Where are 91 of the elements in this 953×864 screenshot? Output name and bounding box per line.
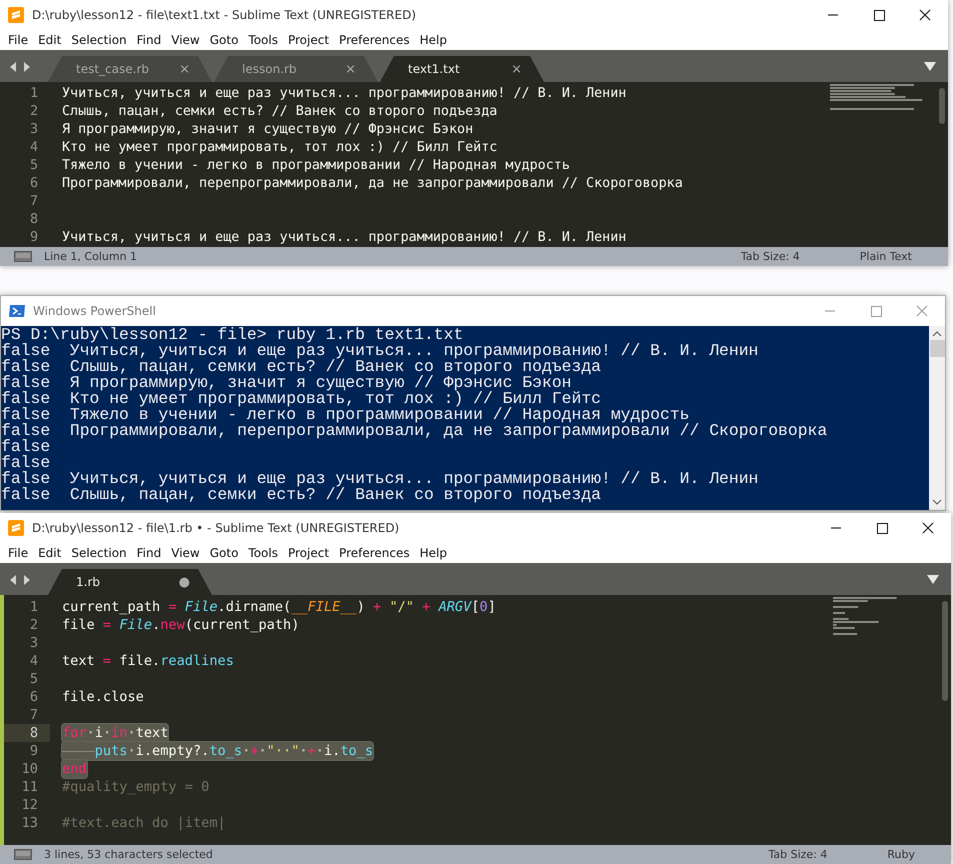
scroll-down-icon[interactable]: [932, 498, 942, 506]
menu-item[interactable]: Project: [282, 546, 334, 560]
menu-item[interactable]: Edit: [33, 33, 66, 47]
line-number: 13: [20, 814, 39, 832]
scrollbar-thumb[interactable]: [930, 340, 944, 357]
code-line: #text.each do |item|: [62, 814, 226, 832]
code-line: Тяжело в учении - легко в программировании // Народная мудрость: [62, 157, 570, 175]
line-number: 12: [20, 796, 39, 814]
menu-item[interactable]: View: [166, 33, 205, 47]
menu-item[interactable]: Help: [414, 33, 452, 47]
line-number: 11: [20, 778, 39, 796]
menu-item[interactable]: File: [3, 546, 34, 560]
cursor-position: Line 1, Column 1: [44, 250, 138, 263]
code-line: current_path = File.dirname(__FILE__) + "/" + ARGV[0]: [62, 598, 496, 616]
console-line: false Тяжело в учении - легко в программировании // Народная мудрость: [1, 407, 690, 423]
syntax-indicator[interactable]: Ruby: [887, 848, 915, 861]
line-number: 9: [28, 742, 39, 760]
window-title: D:\ruby\lesson12 - file\text1.txt - Sublime Text (UNREGISTERED): [32, 8, 416, 22]
menu-item[interactable]: Goto: [204, 546, 244, 560]
menu-item[interactable]: Selection: [66, 546, 132, 560]
window-title: D:\ruby\lesson12 - file\1.rb • - Sublime Text (UNREGISTERED): [32, 521, 400, 535]
menu-item[interactable]: View: [166, 546, 205, 560]
line-number: 6: [28, 175, 39, 193]
line-number: 7: [28, 706, 39, 724]
line-number: 8: [4, 724, 50, 742]
menu-item[interactable]: Find: [132, 546, 166, 560]
console-line: false: [1, 439, 52, 455]
file-tab[interactable]: 1.rb ●: [48, 569, 212, 595]
tab-size-indicator[interactable]: Tab Size: 4: [768, 848, 828, 861]
console-line: false Слышь, пацан, семки есть? // Ванек со второго подъезда: [1, 487, 601, 503]
line-number: 3: [28, 634, 39, 652]
code-line: file = File.new(current_path): [62, 616, 300, 634]
line-number: 1: [28, 85, 39, 103]
console-line: false Программировали, перепрограммировали, да не запрограммировали // Скороговорка: [1, 423, 828, 439]
console-line: false Кто не умеет программировать, тот лох :) // Билл Гейтс: [1, 391, 602, 407]
app-logo-icon: [8, 7, 24, 23]
panel-toggle-icon[interactable]: [14, 251, 32, 262]
code-line: Кто не умеет программировать, тот лох :) // Билл Гейтс: [62, 139, 498, 157]
code-line: Программировали, перепрограммировали, да не запрограммировали // Скороговорка: [62, 175, 683, 193]
line-number: 8: [28, 211, 39, 229]
line-number: 9: [28, 229, 39, 247]
code-line: #quality_empty = 0: [62, 778, 210, 796]
console-line: false Учиться, учиться и еще раз учиться... программированию! // В. И. Ленин: [1, 343, 760, 359]
dropdown-icon[interactable]: [924, 62, 936, 71]
line-number: 3: [28, 121, 39, 139]
terminal-icon: [9, 303, 25, 319]
scroll-up-icon[interactable]: [932, 330, 942, 338]
console-line: false: [1, 455, 52, 471]
menu-item[interactable]: Edit: [33, 546, 66, 560]
window-title: Windows PowerShell: [33, 304, 156, 318]
code-line: Учиться, учиться и еще раз учиться... программированию! // В. И. Ленин: [62, 229, 626, 247]
line-number: 10: [20, 760, 39, 778]
line-number: 2: [28, 616, 39, 634]
menu-item[interactable]: Goto: [204, 33, 244, 47]
code-line: Учиться, учиться и еще раз учиться... программированию! // В. И. Ленин: [62, 85, 626, 103]
file-tab[interactable]: lesson.rb ×: [214, 56, 378, 82]
tab-size-indicator[interactable]: Tab Size: 4: [740, 250, 800, 263]
menu-item[interactable]: Preferences: [334, 33, 415, 47]
scrollbar-thumb[interactable]: [939, 88, 945, 124]
menu-item[interactable]: Selection: [66, 33, 132, 47]
menu-item[interactable]: Tools: [243, 33, 283, 47]
line-number: 7: [28, 193, 39, 211]
line-number: 2: [28, 103, 39, 121]
dropdown-icon[interactable]: [927, 575, 939, 584]
code-line: Слышь, пацан, семки есть? // Ванек со второго подъезда: [62, 103, 498, 121]
cursor-position: 3 lines, 53 characters selected: [44, 848, 213, 861]
menu-item[interactable]: Help: [414, 546, 452, 560]
console-line: false Учиться, учиться и еще раз учиться... программированию! // В. И. Ленин: [1, 471, 760, 487]
file-tab[interactable]: text1.txt ×: [380, 56, 544, 82]
syntax-indicator[interactable]: Plain Text: [860, 250, 912, 263]
menu-item[interactable]: File: [3, 33, 34, 47]
scrollbar-thumb[interactable]: [942, 601, 948, 701]
code-line: text = file.readlines: [62, 652, 234, 670]
app-logo-icon: [8, 520, 24, 536]
line-number: 5: [28, 157, 39, 175]
file-tab[interactable]: test_case.rb ×: [48, 56, 212, 82]
line-number: 6: [28, 688, 39, 706]
menu-item[interactable]: Preferences: [334, 546, 415, 560]
menu-item[interactable]: Tools: [243, 546, 283, 560]
menu-item[interactable]: Project: [282, 33, 334, 47]
code-line: Я программирую, значит я существую // Фрэнсис Бэкон: [62, 121, 474, 139]
menu-item[interactable]: Find: [132, 33, 166, 47]
code-line: file.close: [62, 688, 144, 706]
line-number: 4: [28, 652, 39, 670]
line-number: 4: [28, 139, 39, 157]
panel-toggle-icon[interactable]: [14, 849, 32, 860]
line-number: 5: [28, 670, 39, 688]
console-line: false Я программирую, значит я существую // Фрэнсис Бэкон: [1, 375, 572, 391]
console-line: false Слышь, пацан, семки есть? // Ванек со второго подъезда: [1, 359, 601, 375]
console-line: PS D:\ruby\lesson12 - file> ruby 1.rb text1.txt: [1, 327, 464, 343]
line-number: 1: [28, 598, 39, 616]
